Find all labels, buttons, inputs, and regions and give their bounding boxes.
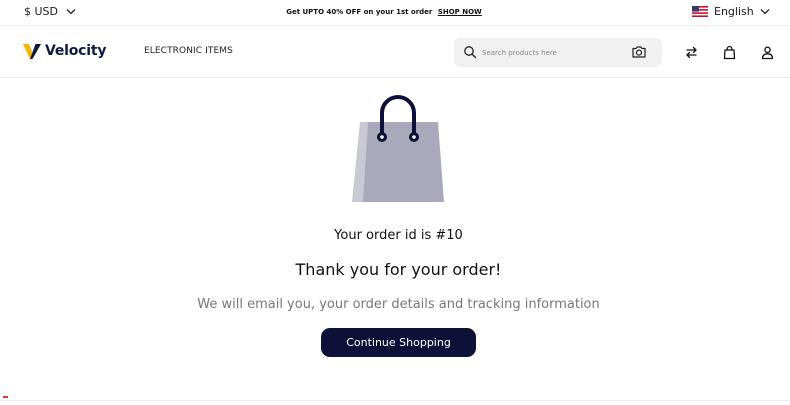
promo-text: Get UPTO 40% OFF on your 1st order bbox=[286, 8, 433, 16]
continue-shopping-button[interactable]: Continue Shopping bbox=[321, 328, 476, 357]
shopping-bag-illustration bbox=[352, 95, 444, 202]
search-input[interactable] bbox=[482, 44, 622, 61]
velocity-logo[interactable]: Velocity bbox=[22, 41, 107, 61]
order-id-text: Your order id is #10 bbox=[334, 228, 463, 243]
search-bar bbox=[454, 38, 662, 67]
top-bar: $ USD Get UPTO 40% OFF on your 1st order… bbox=[0, 0, 790, 26]
logo-v-icon bbox=[23, 44, 41, 59]
nav-electronic-items[interactable]: ELECTRONIC ITEMS bbox=[144, 46, 233, 56]
us-flag-icon bbox=[692, 6, 708, 17]
language-selector[interactable]: English bbox=[692, 5, 770, 18]
compare-arrows-icon[interactable] bbox=[684, 45, 699, 60]
shop-now-link[interactable]: SHOP NOW bbox=[438, 8, 482, 16]
camera-icon[interactable] bbox=[631, 44, 647, 60]
logo-text: Velocity bbox=[45, 43, 107, 59]
scroll-indicator bbox=[3, 396, 8, 398]
confirmation-message: We will email you, your order details an… bbox=[197, 297, 600, 312]
chevron-down-icon bbox=[760, 9, 770, 15]
thank-you-heading: Thank you for your order! bbox=[295, 260, 502, 279]
user-icon[interactable] bbox=[760, 45, 775, 60]
main-header: Velocity ELECTRONIC ITEMS bbox=[0, 27, 790, 78]
shopping-bag-icon[interactable] bbox=[722, 45, 737, 60]
search-icon[interactable] bbox=[463, 45, 477, 59]
language-label: English bbox=[714, 5, 754, 18]
promo-banner: Get UPTO 40% OFF on your 1st order SHOP … bbox=[0, 8, 768, 16]
footer-divider bbox=[0, 400, 790, 401]
